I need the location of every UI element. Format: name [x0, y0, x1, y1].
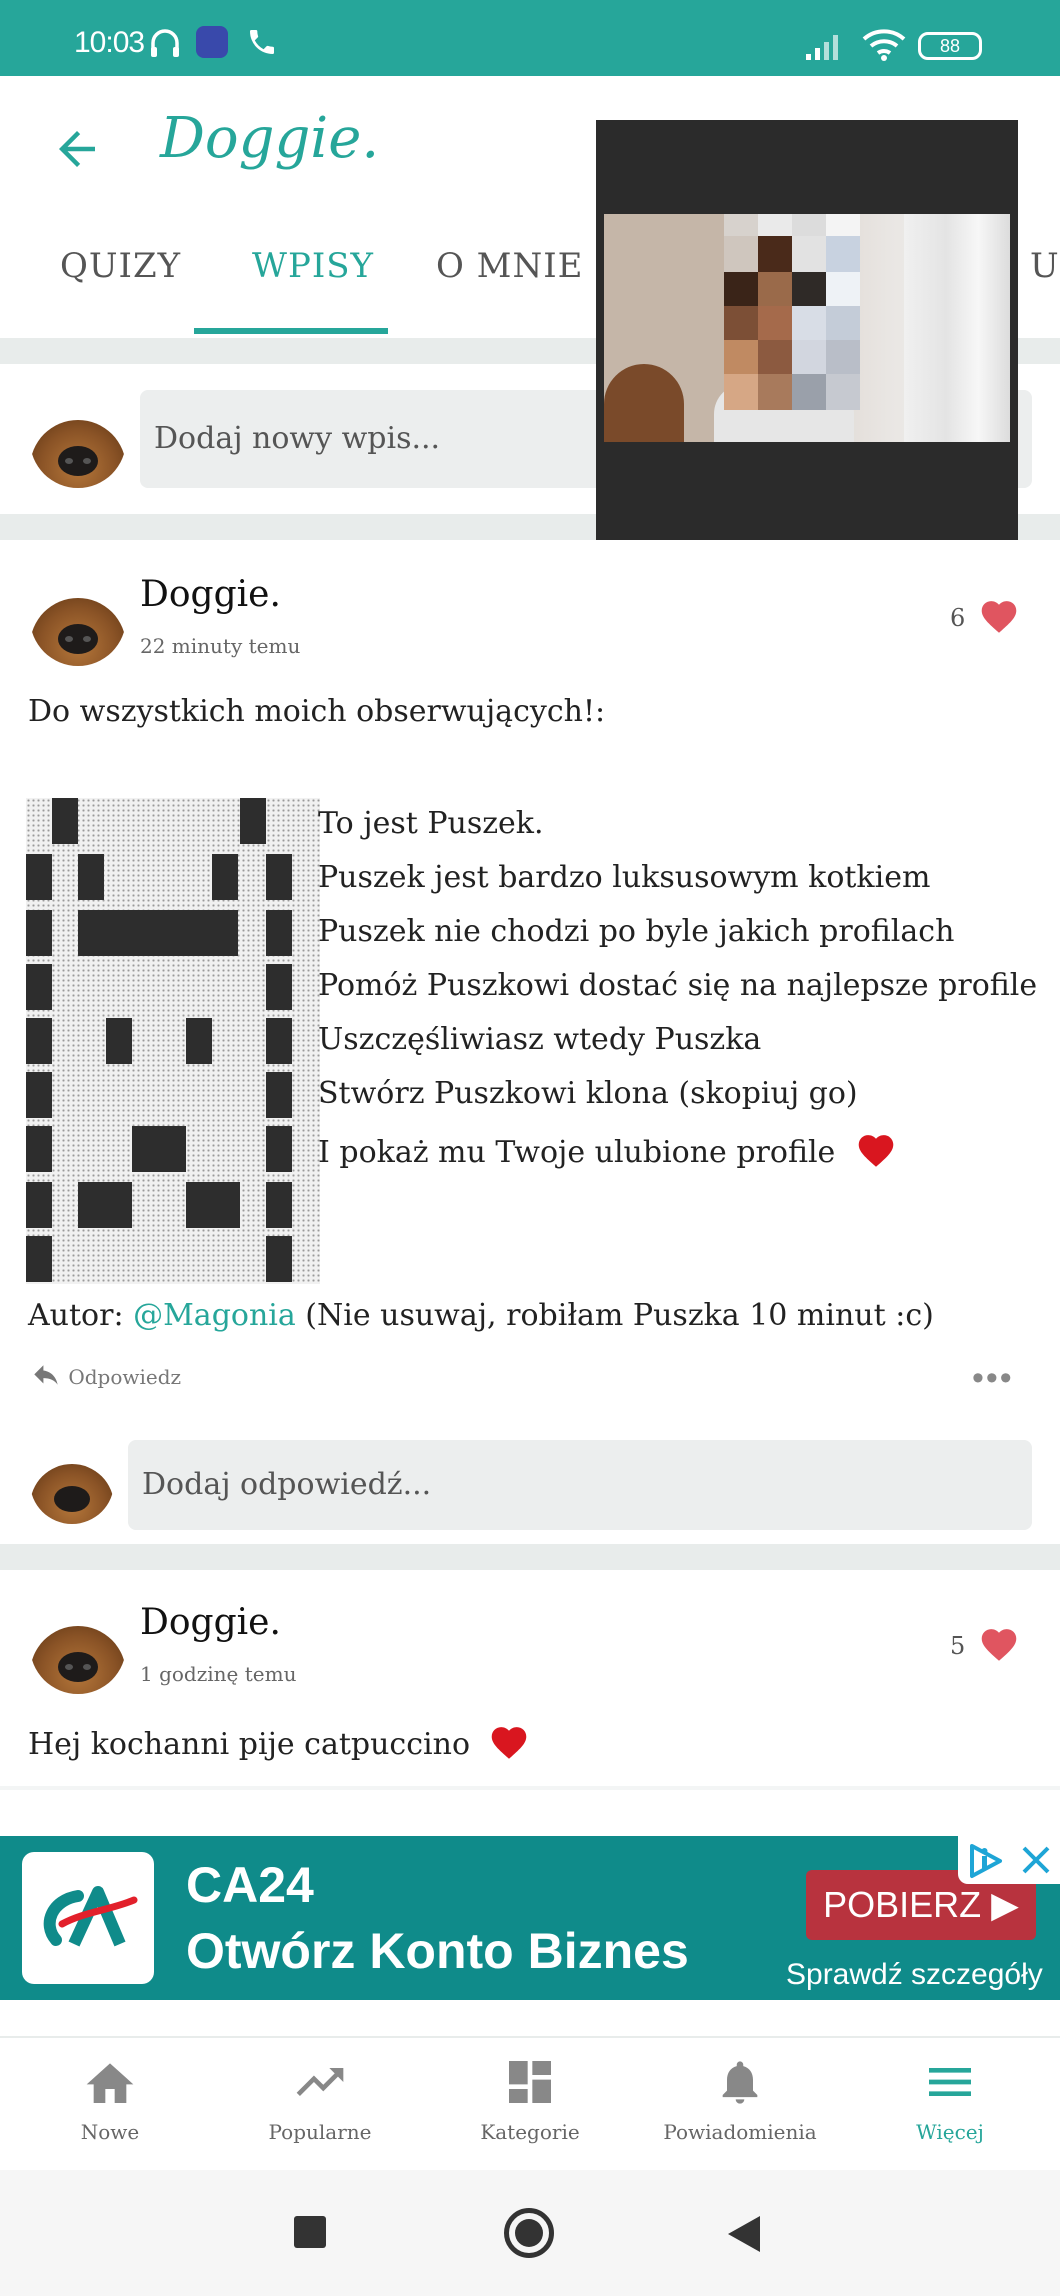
red-heart-emoji-icon: [858, 1135, 894, 1167]
poem-line: Puszek jest bardzo luksusowym kotkiem: [318, 860, 931, 895]
poem-line: Puszek nie chodzi po byle jakich profila…: [318, 914, 955, 949]
post-intro: Do wszystkich moich obserwujących!:: [28, 694, 606, 729]
active-tab-indicator: [194, 328, 388, 334]
status-time: 10:03: [74, 26, 145, 59]
nav-item-kategorie[interactable]: Kategorie: [450, 2056, 610, 2144]
post-author[interactable]: Doggie.: [140, 1602, 281, 1643]
nav-item-popularne[interactable]: Popularne: [240, 2056, 400, 2144]
poem-line: I pokaż mu Twoje ulubione profile: [318, 1130, 897, 1170]
video-call-overlay[interactable]: [596, 120, 1018, 540]
credit-suffix: (Nie usuwaj, robiłam Puszka 10 minut :c): [295, 1298, 934, 1333]
tab-quizy[interactable]: QUIZY: [60, 246, 181, 286]
bell-icon: [722, 2061, 758, 2104]
post-timestamp: 22 minuty temu: [140, 634, 301, 658]
trending-icon: [296, 2068, 344, 2096]
ad-title: CA24: [186, 1857, 314, 1913]
heart-icon[interactable]: [978, 596, 1020, 634]
poem-line: Stwórz Puszkowi klona (skopiuj go): [318, 1076, 858, 1111]
tab-wpisy[interactable]: WPISY: [252, 246, 374, 286]
nav-label: Więcej: [916, 2120, 984, 2144]
bottom-navigation: Nowe Popularne Kategorie Powiadomienia W…: [0, 2036, 1060, 2170]
adchoices-icon[interactable]: [962, 1838, 1012, 1884]
menu-icon: [929, 2068, 971, 2096]
post-text: Hej kochanni pije catpuccino: [28, 1727, 471, 1762]
poem-line: To jest Puszek.: [318, 806, 544, 841]
poem-line: Pomóż Puszkowi dostać się na najlepsze p…: [318, 968, 1038, 1003]
tab-o-mnie[interactable]: O MNIE: [436, 246, 584, 286]
video-feed: [604, 214, 1010, 442]
battery-indicator: 88: [918, 32, 982, 60]
recent-apps-icon[interactable]: [294, 2216, 326, 2248]
like-count: 5: [950, 1632, 966, 1660]
like-count: 6: [950, 604, 966, 632]
avatar[interactable]: [30, 570, 126, 666]
signal-icon: [806, 35, 838, 60]
avatar: [30, 392, 126, 488]
post-author[interactable]: Doggie.: [140, 574, 281, 615]
home-icon: [86, 2063, 134, 2103]
post-credit: Autor: @Magonia (Nie usuwaj, robiłam Pus…: [28, 1298, 934, 1333]
nav-label: Nowe: [80, 2120, 140, 2144]
red-heart-emoji-icon: [491, 1727, 526, 1759]
back-triangle-icon[interactable]: [726, 2214, 762, 2254]
credit-prefix: Autor:: [28, 1298, 134, 1333]
status-bar: 10:03 88: [0, 0, 1060, 76]
avatar: [30, 1440, 114, 1524]
page-title: Doggie.: [160, 106, 380, 171]
reply-input[interactable]: Dodaj odpowiedź...: [128, 1440, 1032, 1530]
close-ad-icon[interactable]: [1016, 1840, 1056, 1880]
heart-icon[interactable]: [978, 1624, 1020, 1662]
tab-ulubione[interactable]: UL: [1030, 246, 1060, 286]
post-body: Hej kochanni pije catpuccino: [28, 1722, 530, 1762]
nav-item-powiadomienia[interactable]: Powiadomienia: [660, 2056, 820, 2144]
nav-item-nowe[interactable]: Nowe: [30, 2056, 190, 2144]
section-divider: [0, 1544, 1060, 1570]
categories-icon: [509, 2061, 551, 2103]
post-footer-line: [0, 1786, 1060, 1790]
nav-item-wiecej[interactable]: Więcej: [870, 2056, 1030, 2144]
back-arrow-icon[interactable]: [50, 122, 104, 176]
nav-label: Powiadomienia: [663, 2120, 817, 2144]
avatar[interactable]: [30, 1598, 126, 1694]
ad-subtitle: Otwórz Konto Biznes: [186, 1923, 689, 1979]
cat-ascii-art: [26, 798, 320, 1284]
app-notification-icon: [196, 26, 228, 58]
wifi-icon: [862, 29, 906, 61]
post-timestamp: 1 godzinę temu: [140, 1662, 297, 1686]
nav-label: Kategorie: [480, 2120, 580, 2144]
poem-line: Uszczęśliwiasz wtedy Puszka: [318, 1022, 762, 1057]
reply-label: Odpowiedz: [68, 1365, 182, 1389]
headphones-icon: [151, 29, 179, 57]
bank-logo-icon: [22, 1852, 154, 1984]
reply-button[interactable]: Odpowiedz: [30, 1364, 181, 1390]
ad-banner[interactable]: CA24 Otwórz Konto Biznes POBIERZ ▶ Spraw…: [0, 1836, 1060, 2000]
ad-details-link[interactable]: Sprawdź szczegóły: [786, 1958, 1043, 1992]
mention-link[interactable]: @Magonia: [133, 1298, 296, 1333]
reply-icon: [34, 1365, 58, 1385]
more-options-icon[interactable]: •••: [972, 1361, 1014, 1395]
system-navigation-bar: [0, 2170, 1060, 2296]
poem-line-text: I pokaż mu Twoje ulubione profile: [318, 1135, 836, 1170]
nav-label: Popularne: [268, 2120, 372, 2144]
home-button-icon[interactable]: [504, 2208, 554, 2258]
phone-icon: [250, 30, 274, 54]
ad-choices[interactable]: [958, 1836, 1060, 1884]
